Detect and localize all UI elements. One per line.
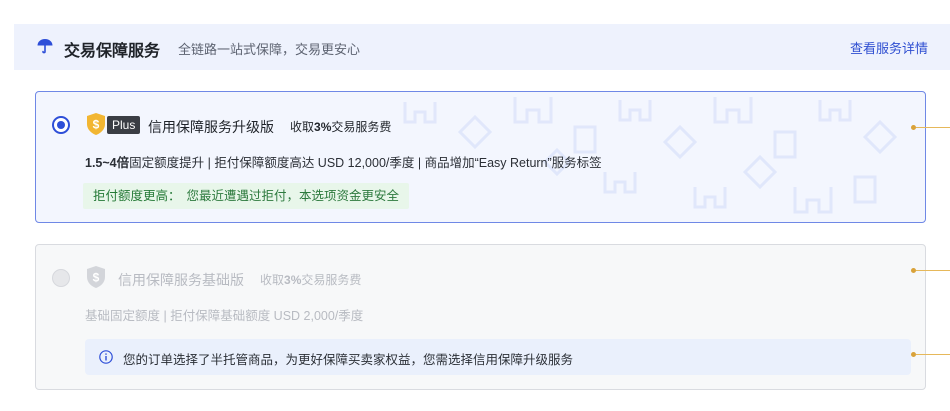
info-icon [99,350,113,364]
fee-value: 3% [284,273,302,287]
plan-title: 信用保障服务基础版 [118,272,244,288]
plan-description: 1.5~4倍固定额度提升 | 拒付保障额度高达 USD 12,000/季度 | … [85,152,602,171]
connector-line [916,270,950,271]
desc-highlight: 1.5~4倍 [85,156,130,170]
service-header: 交易保障服务 全链路一站式保障，交易更安心 查看服务详情 [14,24,950,70]
plus-badge: Plus [107,116,141,134]
tip-label: 拒付额度更高： [93,189,181,203]
header-title: 交易保障服务 [64,43,161,60]
svg-text:$: $ [93,271,100,285]
dollar-shield-icon: $ [87,266,105,288]
fee-suffix: 交易服务费 [331,120,392,134]
plan-card-upgrade[interactable]: $ Plus 信用保障服务升级版 收取3%交易服务费 1.5~4倍固定额度提升 … [35,91,926,223]
svg-text:$: $ [93,118,100,132]
fee-suffix: 交易服务费 [301,273,362,287]
dollar-shield-icon: $ [87,113,105,135]
semi-managed-notice: 您的订单选择了半托管商品，为更好保障买卖家权益，您需选择信用保障升级服务 [85,339,911,375]
tip-text: 您最近遭遇过拒付，本选项资金更安全 [186,189,400,203]
plan-fee: 收取3%交易服务费 [260,271,361,288]
plan-description: 基础固定额度 | 拒付保障基础额度 USD 2,000/季度 [85,309,364,323]
umbrella-icon [37,39,53,54]
fee-prefix: 收取 [290,120,315,134]
connector-line [916,354,950,355]
plan-radio-disabled [52,269,70,287]
header-subtitle: 全链路一站式保障，交易更安心 [178,42,361,57]
fee-value: 3% [314,120,332,134]
plan-radio-selected[interactable] [52,116,70,134]
connector-line [916,127,950,128]
plan-card-basic: $ 信用保障服务基础版 收取3%交易服务费 基础固定额度 | 拒付保障基础额度 … [35,244,926,390]
view-details-link[interactable]: 查看服务详情 [850,38,928,57]
notice-text: 您的订单选择了半托管商品，为更好保障买卖家权益，您需选择信用保障升级服务 [123,353,574,367]
fee-prefix: 收取 [260,273,285,287]
desc-text: 固定额度提升 | 拒付保障额度高达 USD 12,000/季度 | 商品增加“E… [129,156,602,170]
plan-fee: 收取3%交易服务费 [290,118,391,135]
plan-title: 信用保障服务升级版 [148,119,274,135]
chargeback-tip: 拒付额度更高： 您最近遭遇过拒付，本选项资金更安全 [83,183,410,209]
